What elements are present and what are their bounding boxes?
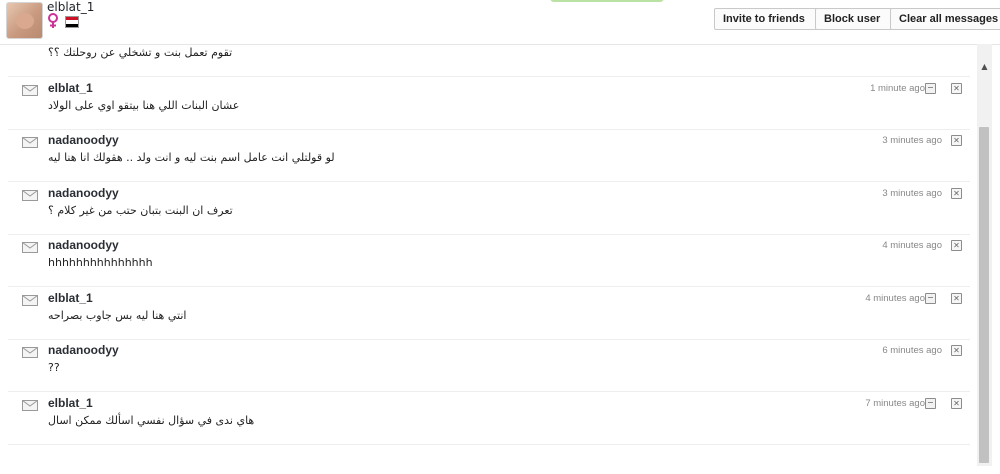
message-text: لو قولتلي انت عامل اسم بنت ليه و انت ولد…	[48, 151, 335, 164]
message-sender[interactable]: nadanoodyy	[48, 238, 119, 252]
message-text: hhhhhhhhhhhhhhh	[48, 256, 153, 269]
message-time: 3 minutes ago	[882, 188, 942, 199]
message-text: تعرف ان البنت بتبان حتب من غير كلام ؟	[48, 204, 233, 217]
message-time: 4 minutes ago	[882, 240, 942, 251]
message-item: nadanoodyyتقوم تعمل بنت و تشخلي عن روحلت…	[8, 44, 970, 77]
message-text: ??	[48, 361, 60, 374]
clear-all-messages-button[interactable]: Clear all messages	[890, 8, 1000, 30]
delete-icon[interactable]: ✕	[951, 293, 962, 304]
envelope-icon	[22, 347, 38, 358]
status-indicator	[550, 0, 664, 2]
username[interactable]: elblat_1	[47, 0, 94, 14]
message-time: 7 minutes ago	[865, 398, 925, 409]
save-icon[interactable]	[925, 83, 936, 94]
message-sender[interactable]: elblat_1	[48, 396, 93, 410]
message-sender[interactable]: elblat_1	[48, 81, 93, 95]
message-text: عشان البنات اللي هنا بيتقو اوي على الولا…	[48, 99, 240, 112]
message-item: elblat_1 هاي ندى في سؤال نفسي اسألك ممكن …	[8, 392, 970, 445]
message-item: nadanoodyy?? 6 minutes ago ✕	[8, 339, 970, 392]
message-sender[interactable]: nadanoodyy	[48, 133, 119, 147]
invite-to-friends-button[interactable]: Invite to friends	[714, 8, 818, 30]
message-text: هاي ندى في سؤال نفسي اسألك ممكن اسال	[48, 414, 255, 427]
message-text: تقوم تعمل بنت و تشخلي عن روحلتك ؟؟	[48, 46, 233, 59]
delete-icon[interactable]: ✕	[951, 188, 962, 199]
message-sender[interactable]: nadanoodyy	[48, 343, 119, 357]
delete-icon[interactable]: ✕	[951, 135, 962, 146]
scrollbar[interactable]: ▲	[977, 44, 992, 466]
message-item: nadanoodyy تعرف ان البنت بتبان حتب من غير…	[8, 182, 970, 235]
delete-icon[interactable]: ✕	[951, 83, 962, 94]
envelope-icon	[22, 85, 38, 96]
message-item: elblat_1 عشان البنات اللي هنا بيتقو اوي ع…	[8, 77, 970, 130]
envelope-icon	[22, 400, 38, 411]
envelope-icon	[22, 242, 38, 253]
envelope-icon	[22, 190, 38, 201]
message-item: nadanoodyy hhhhhhhhhhhhhhh 4 minutes ago ✕	[8, 234, 970, 287]
save-icon[interactable]	[925, 293, 936, 304]
scroll-up-arrow-icon[interactable]: ▲	[977, 62, 992, 72]
envelope-icon	[22, 137, 38, 148]
scroll-thumb[interactable]	[979, 127, 989, 463]
block-user-button[interactable]: Block user	[815, 8, 895, 30]
message-time: 4 minutes ago	[865, 293, 925, 304]
message-list[interactable]: nadanoodyy تقوم تعمل بنت و تشخلي عن روحلت…	[8, 44, 976, 466]
delete-icon[interactable]: ✕	[951, 345, 962, 356]
egypt-flag-icon	[65, 16, 79, 28]
avatar[interactable]	[6, 2, 43, 39]
chat-header: elblat_1 Invite to friends Block user Cl…	[0, 0, 1000, 45]
message-time: 3 minutes ago	[882, 135, 942, 146]
female-gender-icon	[48, 13, 58, 28]
message-text: انتي هنا ليه بس جاوب بصراحه	[48, 309, 187, 322]
delete-icon[interactable]: ✕	[951, 398, 962, 409]
message-item: elblat_1 انتي هنا ليه بس جاوب بصراحه 4 min…	[8, 287, 970, 340]
message-time: 6 minutes ago	[882, 345, 942, 356]
message-sender[interactable]: elblat_1	[48, 291, 93, 305]
delete-icon[interactable]: ✕	[951, 240, 962, 251]
message-time: 1 minute ago	[870, 83, 925, 94]
message-item: nadanoodyy لو قولتلي انت عامل اسم بنت ليه…	[8, 129, 970, 182]
save-icon[interactable]	[925, 398, 936, 409]
envelope-icon	[22, 295, 38, 306]
message-sender[interactable]: nadanoodyy	[48, 186, 119, 200]
